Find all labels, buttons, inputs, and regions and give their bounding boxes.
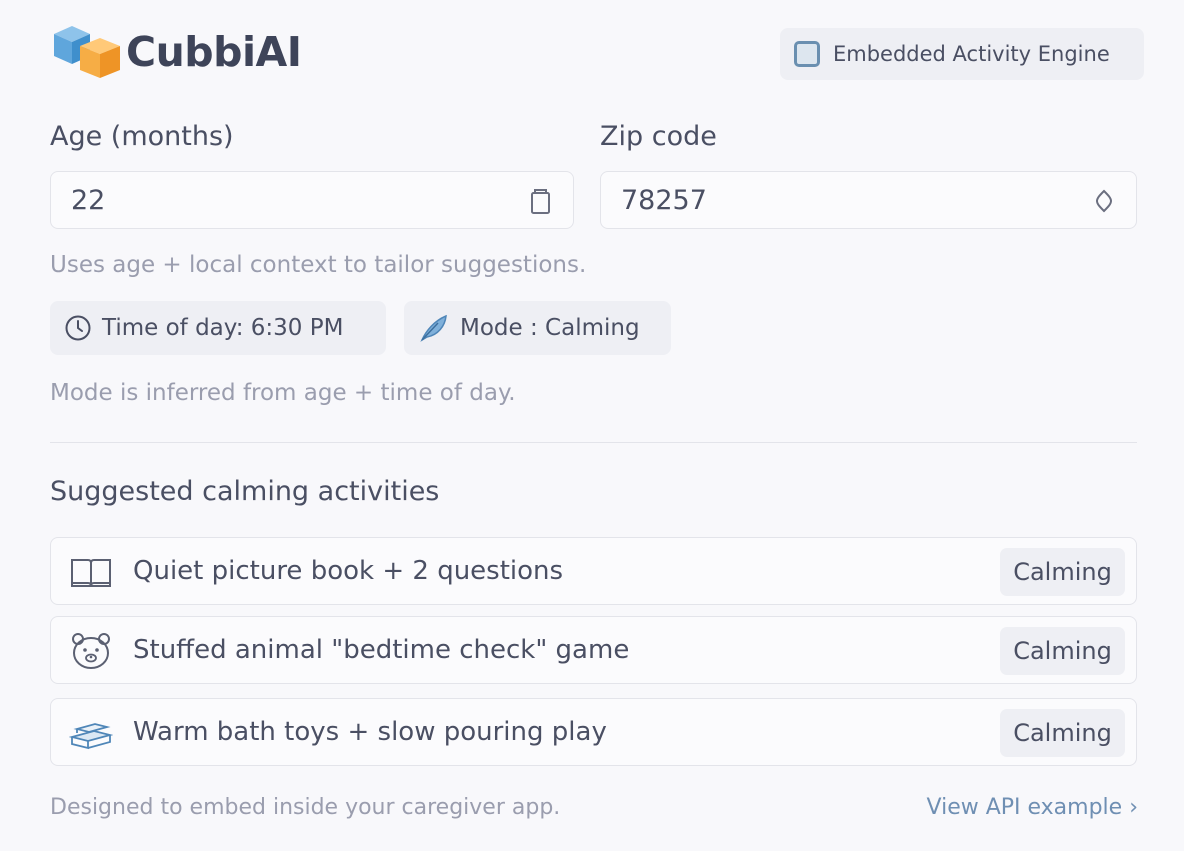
- suggestions-title: Suggested calming activities: [50, 476, 440, 507]
- activity-item[interactable]: Quiet picture book + 2 questions Calming: [50, 537, 1137, 605]
- book-icon: [71, 559, 111, 587]
- activity-label: Quiet picture book + 2 questions: [133, 556, 564, 586]
- cube-logo-icon: [54, 26, 120, 78]
- age-label: Age (months): [50, 121, 234, 152]
- square-icon: [794, 41, 820, 67]
- feather-icon: [420, 314, 447, 342]
- view-api-example-link[interactable]: View API example ›: [927, 795, 1138, 820]
- zip-label: Zip code: [600, 121, 717, 152]
- mode-chip[interactable]: Mode : Calming: [404, 301, 671, 355]
- zip-value: 78257: [621, 184, 707, 216]
- divider: [50, 442, 1137, 443]
- activity-label: Stuffed animal "bedtime check" game: [133, 635, 630, 665]
- clock-icon: [65, 315, 91, 341]
- clipboard-icon[interactable]: [527, 187, 555, 215]
- footer-note: Designed to embed inside your caregiver …: [50, 795, 561, 820]
- activity-engine-card: CubbiAI Embedded Activity Engine Age (mo…: [0, 0, 1184, 851]
- zip-input[interactable]: 78257: [600, 171, 1137, 229]
- brand-name: CubbiAI: [126, 28, 302, 76]
- context-hint: Uses age + local context to tailor sugge…: [50, 252, 587, 278]
- location-diamond-icon[interactable]: [1090, 187, 1118, 215]
- age-value: 22: [71, 184, 106, 216]
- bath-toys-icon: [69, 723, 113, 750]
- mode-label: Mode : Calming: [460, 315, 640, 341]
- age-input[interactable]: 22: [50, 171, 574, 229]
- mode-hint: Mode is inferred from age + time of day.: [50, 380, 516, 406]
- calming-tag: Calming: [1000, 709, 1125, 757]
- badge-label: Embedded Activity Engine: [833, 42, 1110, 66]
- activity-item[interactable]: Stuffed animal "bedtime check" game Calm…: [50, 616, 1137, 684]
- time-of-day-label: Time of day: 6:30 PM: [102, 315, 344, 341]
- embedded-engine-badge: Embedded Activity Engine: [780, 28, 1144, 80]
- time-of-day-chip[interactable]: Time of day: 6:30 PM: [50, 301, 386, 355]
- activity-label: Warm bath toys + slow pouring play: [133, 717, 607, 747]
- activity-item[interactable]: Warm bath toys + slow pouring play Calmi…: [50, 698, 1137, 766]
- brand-logo: CubbiAI: [50, 22, 302, 82]
- calming-tag: Calming: [1000, 548, 1125, 596]
- calming-tag: Calming: [1000, 627, 1125, 675]
- teddy-bear-icon: [72, 633, 110, 669]
